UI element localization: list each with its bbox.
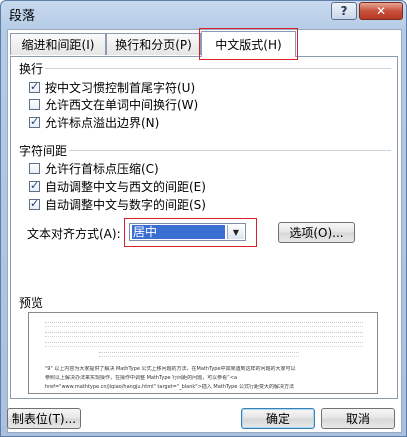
tab-label: 缩进和间距(I) [21,38,95,52]
group-divider [69,150,391,151]
chevron-down-icon[interactable]: ▼ [227,225,244,239]
checkbox-box [29,80,40,93]
preview-sample-line [45,322,363,327]
preview-sample-line [99,352,299,357]
checkbox-box [29,115,40,128]
cancel-button[interactable]: 取消 [321,408,395,429]
preview-text-line: href="www.mathtype.cn/jiqiao/hangju.html… [45,384,294,390]
checkbox-box [29,98,40,110]
group-divider [45,68,391,69]
text-alignment-label: 文本对齐方式(A): [27,227,121,241]
checkbox-auto-space-asian-latin[interactable]: 自动调整中文与西文的间距(E) [29,178,206,194]
tab-indents-spacing[interactable]: 缩进和间距(I) [10,33,106,55]
checkbox-box [29,179,40,192]
help-icon: ? [340,4,348,18]
preview-sample-line [45,342,363,347]
preview-sample-line [45,332,363,337]
checkbox-box [29,162,40,174]
checkbox-label: 允许行首标点压缩(C) [45,161,159,176]
paragraph-dialog: 段落 ? ✕ 缩进和间距(I) 换行和分页(P) 中文版式(H) 换行 按中文习… [0,0,407,437]
preview-text-line: "9" 以上内容为大家提供了解决 MathType 公式上移问题的方法，在Mat… [45,366,296,372]
close-icon: ✕ [375,4,387,18]
button-label: 取消 [345,412,370,426]
checkbox-label: 允许西文在单词中间换行(W) [45,97,199,112]
dialog-title: 段落 [9,9,36,24]
close-button[interactable]: ✕ [359,2,403,20]
checkbox-label: 按中文习惯控制首尾字符(U) [45,80,196,95]
options-button[interactable]: 选项(O)... [278,222,355,243]
preview-box: "9" 以上内容为大家提供了解决 MathType 公式上移问题的方法，在Mat… [28,312,378,394]
preview-text-line: 参照以上解决办法来实现操作，在操作中调整 MathType 行间距的问题，可以参… [45,375,238,381]
checkbox-chinese-first-last-char[interactable]: 按中文习惯控制首尾字符(U) [29,79,195,95]
tab-label: 换行和分页(P) [115,38,192,52]
button-label: 制表位(T)... [11,412,77,426]
button-label: 选项(O)... [289,226,344,240]
checkbox-auto-space-asian-numbers[interactable]: 自动调整中文与数字的间距(S) [29,196,206,212]
text-alignment-select[interactable]: 居中 ▼ [129,223,246,241]
tab-label: 中文版式(H) [215,38,282,52]
checkbox-compress-punctuation[interactable]: 允许行首标点压缩(C) [29,160,159,176]
tab-asian-typography[interactable]: 中文版式(H) [201,31,296,57]
checkbox-hanging-punctuation[interactable]: 允许标点溢出边界(N) [29,114,159,130]
checkbox-label: 允许标点溢出边界(N) [45,115,160,130]
checkbox-label: 自动调整中文与西文的间距(E) [45,179,206,194]
group-title-character-spacing: 字符间距 [19,144,68,158]
tab-stops-button[interactable]: 制表位(T)... [7,408,81,429]
ok-button[interactable]: 确定 [241,408,315,429]
checkbox-box [29,197,40,210]
title-bar: 段落 ? ✕ [1,1,406,27]
checkbox-label: 自动调整中文与数字的间距(S) [45,197,206,212]
preview-label: 预览 [19,296,44,310]
tab-line-page-breaks[interactable]: 换行和分页(P) [106,33,201,55]
help-button[interactable]: ? [331,2,357,20]
group-title-line-breaking: 换行 [19,62,44,76]
text-alignment-value: 居中 [132,225,225,239]
button-label: 确定 [265,412,290,426]
checkbox-latin-word-wrap[interactable]: 允许西文在单词中间换行(W) [29,96,198,112]
